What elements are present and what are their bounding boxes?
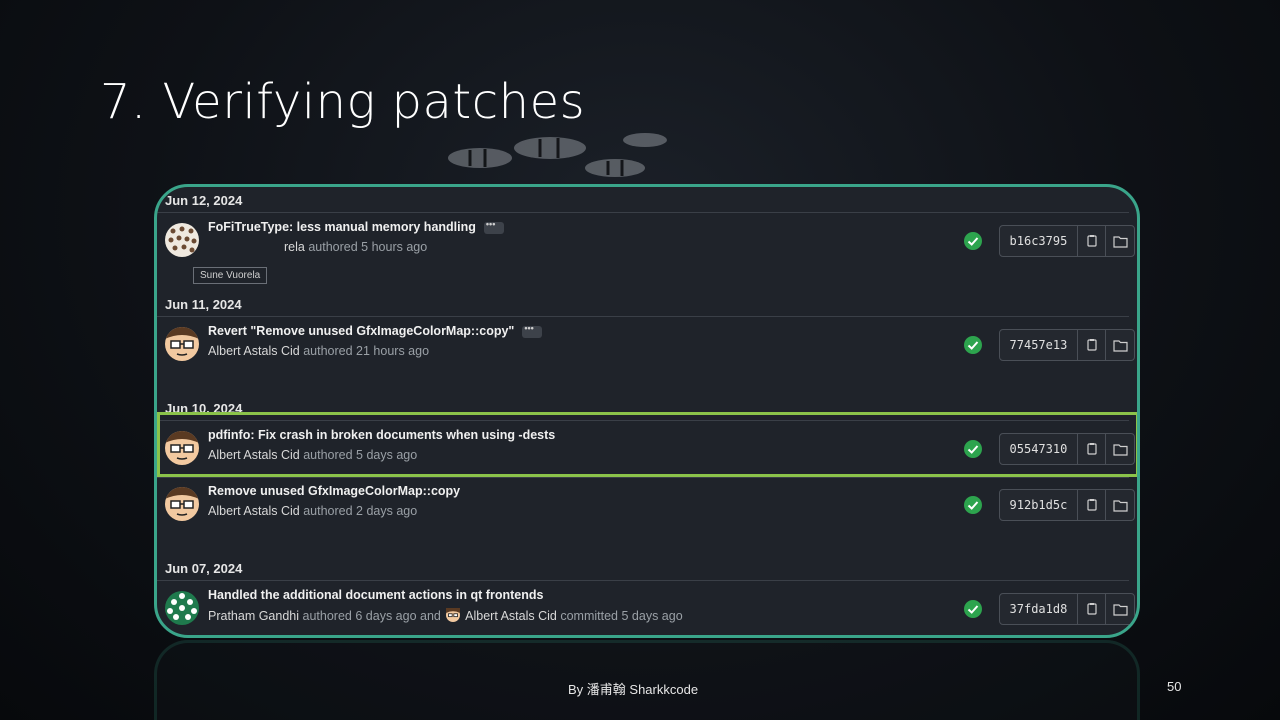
- commit-message[interactable]: Revert "Remove unused GfxImageColorMap::…: [208, 323, 543, 338]
- commit-byline: Pratham Gandhi authored 6 days ago and A…: [208, 608, 683, 623]
- commit-row: Handled the additional document actions …: [157, 581, 1137, 635]
- commit-time: 21 hours ago: [356, 344, 430, 358]
- date-header: Jun 12, 2024: [165, 193, 243, 208]
- avatar[interactable]: [165, 487, 199, 521]
- sha-button-group: 77457e13: [999, 329, 1135, 361]
- browse-files-button[interactable]: [1106, 226, 1134, 256]
- joiner-text: and: [420, 609, 441, 623]
- author-verb: authored: [308, 240, 358, 254]
- author-name[interactable]: Albert Astals Cid: [208, 448, 300, 462]
- commit-byline: rela authored 5 hours ago: [208, 240, 427, 254]
- author-verb: authored: [303, 504, 353, 518]
- commit-byline: Albert Astals Cid authored 21 hours ago: [208, 344, 429, 358]
- folder-icon: [1113, 235, 1128, 248]
- copy-sha-button[interactable]: [1078, 594, 1107, 624]
- copy-sha-button[interactable]: [1078, 226, 1107, 256]
- commit-time: 2 days ago: [356, 504, 418, 518]
- committer-avatar[interactable]: [446, 608, 461, 622]
- date-header: Jun 07, 2024: [165, 561, 243, 576]
- committer-verb: committed: [560, 609, 619, 623]
- commit-title[interactable]: Handled the additional document actions …: [208, 588, 543, 602]
- check-circle-icon[interactable]: [963, 495, 983, 515]
- commit-time: 6 days ago: [355, 609, 417, 623]
- date-header: Jun 10, 2024: [165, 401, 243, 416]
- slide-footer: By 潘甫翰 Sharkkcode: [568, 682, 699, 697]
- commit-sha[interactable]: 37fda1d8: [1000, 594, 1078, 624]
- copy-sha-button[interactable]: [1078, 330, 1107, 360]
- commit-row: pdfinfo: Fix crash in broken documents w…: [157, 421, 1137, 477]
- browse-files-button[interactable]: [1106, 490, 1134, 520]
- commit-message[interactable]: Remove unused GfxImageColorMap::copy: [208, 484, 460, 498]
- avatar[interactable]: [165, 431, 199, 465]
- page-number: 50: [1167, 679, 1182, 694]
- copy-icon: [1087, 603, 1097, 615]
- author-tooltip: Sune Vuorela: [193, 267, 268, 284]
- commit-byline: Albert Astals Cid authored 2 days ago: [208, 504, 417, 518]
- commit-byline: Albert Astals Cid authored 5 days ago: [208, 448, 417, 462]
- check-circle-icon[interactable]: [963, 335, 983, 355]
- ellipsis-icon[interactable]: [522, 323, 543, 338]
- copy-icon: [1087, 443, 1097, 455]
- copy-sha-button[interactable]: [1078, 434, 1107, 464]
- folder-icon: [1113, 499, 1128, 512]
- commit-time: 5 hours ago: [361, 240, 428, 254]
- author-name[interactable]: Albert Astals Cid: [208, 504, 300, 518]
- commit-history-panel: Jun 12, 2024 FoFiTrueType: less manual m…: [154, 184, 1140, 638]
- author-name[interactable]: Pratham Gandhi: [208, 609, 299, 623]
- browse-files-button[interactable]: [1106, 434, 1134, 464]
- browse-files-button[interactable]: [1106, 330, 1134, 360]
- copy-icon: [1087, 499, 1097, 511]
- author-verb: authored: [302, 609, 352, 623]
- commit-sha[interactable]: b16c3795: [1000, 226, 1078, 256]
- folder-icon: [1113, 603, 1128, 616]
- commit-sha[interactable]: 77457e13: [1000, 330, 1078, 360]
- check-circle-icon[interactable]: [963, 599, 983, 619]
- commit-sha[interactable]: 912b1d5c: [1000, 490, 1078, 520]
- commit-message[interactable]: FoFiTrueType: less manual memory handlin…: [208, 219, 504, 234]
- author-name[interactable]: Albert Astals Cid: [208, 344, 300, 358]
- folder-icon: [1113, 339, 1128, 352]
- sha-button-group: 37fda1d8: [999, 593, 1135, 625]
- copy-icon: [1087, 235, 1097, 247]
- sha-button-group: b16c3795: [999, 225, 1135, 257]
- commit-title[interactable]: FoFiTrueType: less manual memory handlin…: [208, 220, 476, 234]
- commit-row: Revert "Remove unused GfxImageColorMap::…: [157, 317, 1137, 373]
- avatar[interactable]: [165, 327, 199, 361]
- check-circle-icon[interactable]: [963, 231, 983, 251]
- ellipsis-icon[interactable]: [483, 219, 504, 234]
- avatar[interactable]: [165, 223, 199, 257]
- copy-icon: [1087, 339, 1097, 351]
- commit-sha[interactable]: 05547310: [1000, 434, 1078, 464]
- author-verb: authored: [303, 344, 353, 358]
- commit-title[interactable]: pdfinfo: Fix crash in broken documents w…: [208, 428, 555, 442]
- commit-title[interactable]: Revert "Remove unused GfxImageColorMap::…: [208, 324, 514, 338]
- date-header: Jun 11, 2024: [165, 297, 242, 312]
- author-name[interactable]: rela: [284, 240, 305, 254]
- commit-message[interactable]: Handled the additional document actions …: [208, 588, 543, 602]
- commit-message[interactable]: pdfinfo: Fix crash in broken documents w…: [208, 428, 555, 442]
- browse-files-button[interactable]: [1106, 594, 1134, 624]
- folder-icon: [1113, 443, 1128, 456]
- commit-row: FoFiTrueType: less manual memory handlin…: [157, 213, 1137, 284]
- committer-name[interactable]: Albert Astals Cid: [465, 609, 557, 623]
- sha-button-group: 912b1d5c: [999, 489, 1135, 521]
- sha-button-group: 05547310: [999, 433, 1135, 465]
- commit-time: 5 days ago: [621, 609, 683, 623]
- avatar[interactable]: [165, 591, 199, 625]
- copy-sha-button[interactable]: [1078, 490, 1107, 520]
- author-verb: authored: [303, 448, 353, 462]
- commit-row: Remove unused GfxImageColorMap::copy Alb…: [157, 477, 1137, 533]
- commit-time: 5 days ago: [356, 448, 418, 462]
- fish-school-image: [448, 133, 667, 177]
- check-circle-icon[interactable]: [963, 439, 983, 459]
- commit-title[interactable]: Remove unused GfxImageColorMap::copy: [208, 484, 460, 498]
